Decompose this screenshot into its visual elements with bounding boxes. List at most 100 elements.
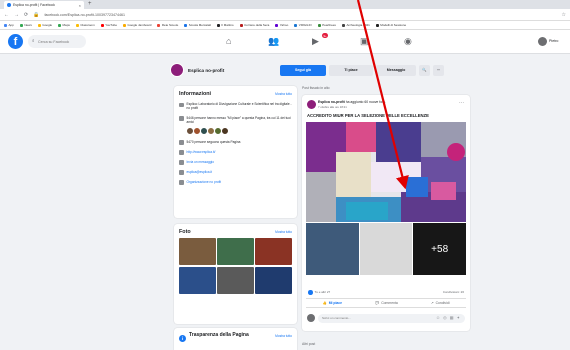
like-reaction-icon xyxy=(308,290,313,295)
facebook-logo-icon[interactable]: f xyxy=(8,34,23,49)
bookmark-label: VIRGILIO xyxy=(298,23,312,27)
notification-badge: 9+ xyxy=(322,33,329,38)
bookmark-favicon-icon xyxy=(317,23,321,27)
groups-icon[interactable]: ◉ xyxy=(404,36,412,47)
bookmark-item[interactable]: Maps xyxy=(58,23,70,27)
comment-composer: ☺ ◎ ▦ ✦ xyxy=(307,313,465,323)
transparency-see-all-link[interactable]: Mostra tutto xyxy=(275,334,292,338)
page-action-bar: Esplica no-profit Segui già Ti piace Mes… xyxy=(170,60,472,80)
url-field[interactable]: facebook.com/Esplica-no-profit-100397723… xyxy=(44,13,556,17)
bookmark-star-icon[interactable]: ☆ xyxy=(562,12,566,18)
address-bar: ← → ⟳ 🔒 facebook.com/Esplica-no-profit-1… xyxy=(0,9,570,21)
like-page-button[interactable]: Ti piace xyxy=(329,64,373,76)
bookmark-item[interactable]: News xyxy=(19,23,32,27)
page-search-button[interactable]: 🔍 xyxy=(419,64,430,76)
new-tab-button[interactable]: + xyxy=(88,1,92,7)
info-row[interactable]: Organizzazione no profit xyxy=(179,180,292,185)
back-icon[interactable]: ← xyxy=(4,12,9,18)
post-options-icon[interactable]: ··· xyxy=(459,100,464,106)
comment-emoji-icons[interactable]: ☺ ◎ ▦ ✦ xyxy=(436,315,461,320)
info-row[interactable]: http://www.esplica.it/ xyxy=(179,150,292,155)
post-thumbnail[interactable]: +58 xyxy=(413,223,466,275)
info-row: 5446 persone hanno messo "Mi piace" a qu… xyxy=(179,116,292,125)
thumbs-up-icon: 👍 xyxy=(322,301,327,305)
page-more-button[interactable]: ··· xyxy=(433,64,444,76)
bookmark-item[interactable]: Pearltrees xyxy=(317,23,336,27)
post-author-avatar[interactable] xyxy=(307,100,316,109)
info-row-text[interactable]: Invia un messaggio xyxy=(187,160,214,164)
bookmark-item[interactable]: Modelli di Sessione xyxy=(375,23,406,27)
friend-avatar[interactable] xyxy=(221,126,229,135)
bookmark-item[interactable]: VIRGILIO xyxy=(294,23,312,27)
forward-icon[interactable]: → xyxy=(14,12,19,18)
post-timestamp[interactable]: 7 ottobre alle ore 18:21 xyxy=(318,105,347,109)
post-shares-count[interactable]: Condivisioni: 26 xyxy=(443,290,464,294)
photo-thumbnail[interactable] xyxy=(179,266,216,294)
pinned-post-label: Post fissato in alto xyxy=(302,86,330,90)
facebook-header: f ⌕ ⌂ 👥 ▶ 9+ ▣ ◉ Pietro xyxy=(0,30,570,54)
bookmark-item[interactable]: Classroom xyxy=(75,23,95,27)
info-row-text[interactable]: http://www.esplica.it/ xyxy=(187,150,216,154)
bookmark-item[interactable]: Corriere della Sera xyxy=(239,23,270,27)
post-text: ACCREDITO MIUR PER LA SELEZIONE DELLE EC… xyxy=(307,113,429,118)
close-tab-icon[interactable]: × xyxy=(79,3,81,8)
page-name[interactable]: Esplica no-profit xyxy=(188,68,258,73)
info-row-icon xyxy=(179,102,184,107)
bookmark-favicon-icon xyxy=(216,23,220,27)
bookmark-item[interactable]: YouTube xyxy=(100,23,117,27)
post-reactions[interactable]: Tu e altri 27 xyxy=(308,290,330,295)
info-row-text: 5470 persone seguono questa Pagina xyxy=(186,139,241,144)
browser-tab[interactable]: Esplica no-profit | Facebook × xyxy=(4,1,84,9)
friends-icon[interactable]: 👥 xyxy=(268,36,279,47)
lock-icon[interactable]: 🔒 xyxy=(33,12,39,18)
user-avatar[interactable] xyxy=(538,37,547,46)
bookmark-item[interactable]: Archeologia 2021 xyxy=(341,23,370,27)
bookmark-item[interactable]: App xyxy=(4,23,14,27)
comment-button[interactable]: 💬 Commenta xyxy=(375,301,398,305)
bookmark-favicon-icon xyxy=(37,23,41,27)
user-name[interactable]: Pietro xyxy=(549,39,558,43)
home-icon[interactable]: ⌂ xyxy=(226,36,231,46)
follow-button[interactable]: Segui già xyxy=(280,64,326,76)
photos-see-all-link[interactable]: Mostra tutto xyxy=(275,230,292,234)
info-see-all-link[interactable]: Mostra tutto xyxy=(275,92,292,96)
post-author-name[interactable]: Esplica no-profit xyxy=(318,100,345,104)
post-thumbnail[interactable] xyxy=(359,223,413,275)
share-icon: ↗ xyxy=(430,301,434,305)
post-main-image[interactable] xyxy=(306,122,466,222)
more-photos-count[interactable]: +58 xyxy=(413,223,466,275)
bookmark-favicon-icon xyxy=(4,23,7,27)
bookmark-item[interactable]: Google xyxy=(37,23,52,27)
post-image-graphic xyxy=(306,122,466,222)
facebook-search-input[interactable] xyxy=(28,35,86,48)
page-avatar[interactable] xyxy=(170,63,184,77)
bookmark-label: App xyxy=(8,23,14,27)
photo-thumbnail[interactable] xyxy=(217,266,254,294)
photo-thumbnail[interactable] xyxy=(255,266,292,294)
pinned-post: Esplica no-profit ha aggiunto 60 nuove f… xyxy=(302,95,470,331)
info-row[interactable]: Invia un messaggio xyxy=(179,160,292,165)
bookmark-item[interactable]: Scuola Mercatali xyxy=(184,23,211,27)
photo-thumbnail[interactable] xyxy=(179,238,216,265)
bookmark-favicon-icon xyxy=(275,23,279,27)
share-button[interactable]: ↗ Condividi xyxy=(431,301,450,305)
info-row-text[interactable]: Organizzazione no profit xyxy=(187,180,222,184)
photo-thumbnail[interactable] xyxy=(217,238,254,265)
info-row[interactable]: esplica@esplica.it xyxy=(179,170,292,175)
bookmark-item[interactable]: Yahoo xyxy=(275,23,288,27)
bookmark-item[interactable]: Rete Scuole xyxy=(157,23,178,27)
bookmark-label: Corriere della Sera xyxy=(244,23,270,27)
post-thumbnail[interactable] xyxy=(306,223,359,275)
photo-thumbnail[interactable] xyxy=(255,238,292,265)
bookmark-favicon-icon xyxy=(100,23,104,27)
like-post-button[interactable]: 👍 Mi piace xyxy=(322,301,342,305)
reload-icon[interactable]: ⟳ xyxy=(24,12,28,18)
watch-icon[interactable]: ▶ xyxy=(312,36,319,47)
info-row-text[interactable]: esplica@esplica.it xyxy=(187,170,213,174)
bookmark-item[interactable]: Il Mattino xyxy=(216,23,234,27)
bookmark-item[interactable]: Google Jamboard xyxy=(123,23,151,27)
transparency-card: i Trasparenza della Pagina Mostra tutto xyxy=(174,328,297,350)
marketplace-icon[interactable]: ▣ xyxy=(360,36,369,47)
info-card: Informazioni Mostra tutto Esplica: Labor… xyxy=(174,86,297,218)
message-button[interactable]: Messaggio xyxy=(376,64,416,76)
